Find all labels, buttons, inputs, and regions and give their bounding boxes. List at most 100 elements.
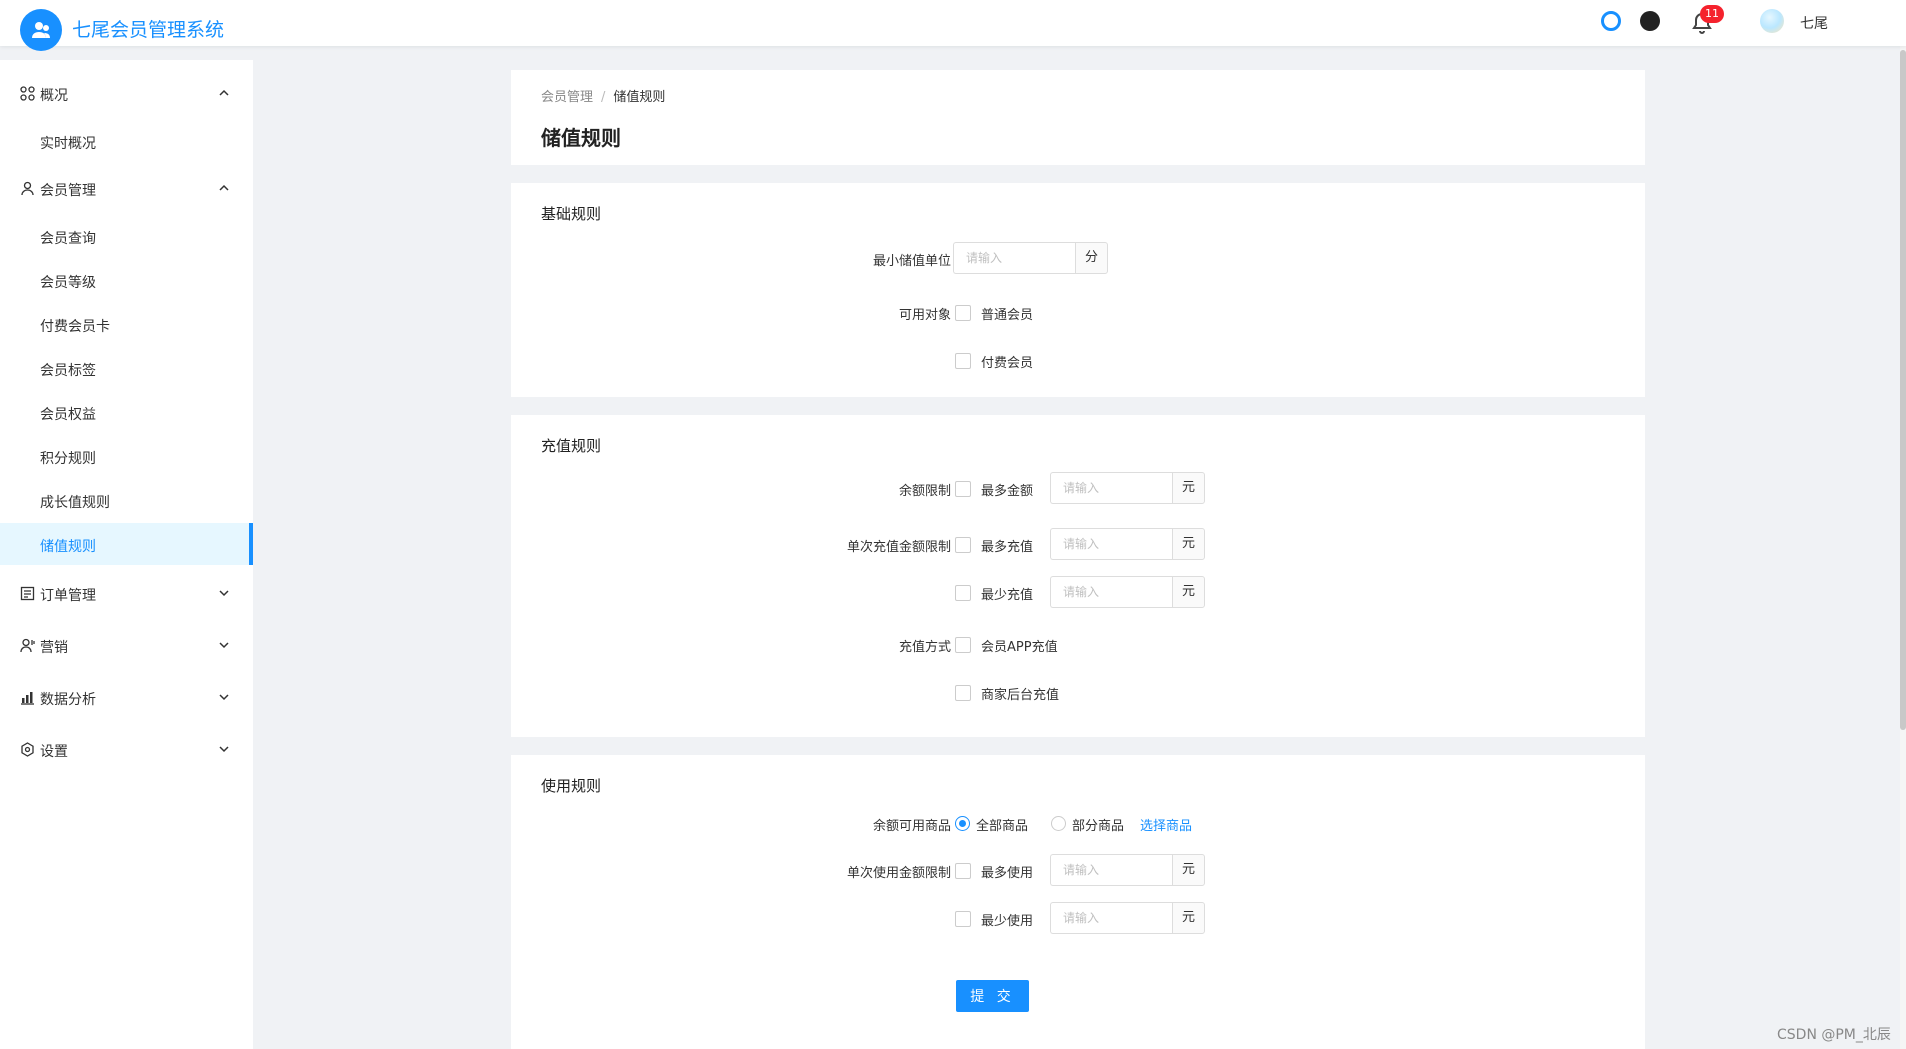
sidebar-group-label: 概况	[40, 88, 68, 104]
chevron-down-icon	[219, 590, 229, 597]
username[interactable]: 七尾	[1800, 13, 1828, 33]
use-max-label[interactable]: 最多使用	[981, 862, 1033, 881]
scrollbar-thumb[interactable]	[1900, 50, 1906, 730]
sidebar-item-paid-card[interactable]: 付费会员卡	[0, 303, 253, 345]
sidebar-item-label: 会员标签	[40, 363, 96, 379]
sidebar-item-points-rules[interactable]: 积分规则	[0, 435, 253, 477]
breadcrumb-parent[interactable]: 会员管理	[541, 90, 593, 105]
single-max-input-group: 元	[1050, 528, 1205, 560]
target-normal-checkbox[interactable]	[955, 305, 971, 321]
sidebar-item-label: 付费会员卡	[40, 319, 110, 335]
goods-partial-radio[interactable]	[1051, 816, 1066, 831]
select-goods-link[interactable]: 选择商品	[1140, 815, 1192, 834]
use-min-label[interactable]: 最少使用	[981, 910, 1033, 929]
use-max-suffix: 元	[1172, 854, 1205, 886]
breadcrumb-separator: /	[601, 90, 606, 105]
single-use-limit-label: 单次使用金额限制	[846, 866, 951, 881]
top-header: 七尾会员管理系统 11 七尾	[0, 0, 1906, 51]
balance-max-label[interactable]: 最多金额	[981, 480, 1033, 499]
balance-max-suffix: 元	[1172, 472, 1205, 504]
sidebar-item-label: 储值规则	[40, 539, 96, 555]
app-title: 七尾会员管理系统	[72, 19, 225, 41]
target-normal-label[interactable]: 普通会员	[981, 304, 1033, 323]
chevron-down-icon	[219, 694, 229, 701]
method-backend-checkbox[interactable]	[955, 685, 971, 701]
goods-all-label[interactable]: 全部商品	[976, 815, 1028, 834]
dark-mode-icon[interactable]	[1640, 11, 1660, 31]
marketing-icon	[20, 638, 35, 653]
target-paid-checkbox[interactable]	[955, 353, 971, 369]
use-min-suffix: 元	[1172, 902, 1205, 934]
sidebar-group-marketing[interactable]: 营销	[0, 625, 253, 665]
submit-button[interactable]: 提 交	[956, 980, 1029, 1012]
target-paid-label[interactable]: 付费会员	[981, 352, 1033, 371]
sidebar-group-member-management[interactable]: 会员管理	[0, 168, 253, 208]
goods-partial-label[interactable]: 部分商品	[1072, 815, 1124, 834]
sidebar-group-orders[interactable]: 订单管理	[0, 573, 253, 613]
min-unit-label: 最小储值单位	[872, 254, 951, 269]
use-max-input[interactable]	[1050, 854, 1172, 886]
sidebar-item-member-query[interactable]: 会员查询	[0, 215, 253, 257]
watermark: CSDN @PM_北辰	[1777, 1027, 1891, 1043]
use-min-input[interactable]	[1050, 902, 1172, 934]
basic-rules-card: 基础规则 最小储值单位 分 可用对象 普通会员 付费会员	[511, 183, 1645, 397]
single-max-input[interactable]	[1050, 528, 1172, 560]
sidebar-group-label: 数据分析	[40, 692, 96, 708]
use-min-checkbox[interactable]	[955, 911, 971, 927]
user-icon	[21, 181, 34, 196]
sidebar-item-label: 积分规则	[40, 451, 96, 467]
sidebar-item-growth-rules[interactable]: 成长值规则	[0, 479, 253, 521]
min-unit-input-group: 分	[953, 242, 1108, 274]
gear-icon	[21, 742, 34, 757]
use-max-checkbox[interactable]	[955, 863, 971, 879]
members-icon	[32, 22, 50, 38]
min-unit-suffix: 分	[1075, 242, 1108, 274]
single-min-suffix: 元	[1172, 576, 1205, 608]
single-max-suffix: 元	[1172, 528, 1205, 560]
sidebar-item-label: 实时概况	[40, 136, 96, 152]
sidebar-item-member-level[interactable]: 会员等级	[0, 259, 253, 301]
sidebar-group-label: 订单管理	[40, 588, 96, 604]
sidebar-group-settings[interactable]: 设置	[0, 729, 253, 769]
page-title: 储值规则	[541, 126, 621, 150]
single-max-label[interactable]: 最多充值	[981, 536, 1033, 555]
chevron-up-icon	[219, 89, 229, 96]
sidebar-group-label: 营销	[40, 640, 68, 656]
sidebar-item-label: 会员等级	[40, 275, 96, 291]
use-max-input-group: 元	[1050, 854, 1205, 886]
usage-rules-card: 使用规则 余额可用商品 全部商品 部分商品 选择商品 单次使用金额限制 最多使用…	[511, 755, 1645, 1049]
section-title: 基础规则	[541, 205, 602, 223]
chevron-up-icon	[219, 184, 229, 191]
sidebar-item-member-tags[interactable]: 会员标签	[0, 347, 253, 389]
sidebar-item-realtime-overview[interactable]: 实时概况	[0, 120, 253, 162]
min-unit-input[interactable]	[953, 242, 1075, 274]
single-min-input[interactable]	[1050, 576, 1172, 608]
sidebar-group-label: 设置	[40, 744, 68, 760]
method-app-label[interactable]: 会员APP充值	[981, 636, 1058, 655]
balance-max-input[interactable]	[1050, 472, 1172, 504]
sidebar-item-stored-value-rules[interactable]: 储值规则	[0, 523, 253, 565]
section-title: 使用规则	[541, 777, 602, 795]
chevron-down-icon	[219, 642, 229, 649]
bar-chart-icon	[21, 692, 34, 705]
sidebar-item-member-benefits[interactable]: 会员权益	[0, 391, 253, 433]
single-min-input-group: 元	[1050, 576, 1205, 608]
sidebar-group-analytics[interactable]: 数据分析	[0, 677, 253, 717]
method-app-checkbox[interactable]	[955, 637, 971, 653]
order-icon	[20, 586, 35, 601]
avatar[interactable]	[1760, 9, 1784, 33]
goods-all-radio[interactable]	[955, 816, 970, 831]
grid-icon	[20, 86, 35, 101]
app-logo[interactable]	[20, 9, 62, 51]
theme-ring-icon[interactable]	[1601, 11, 1621, 31]
sidebar-item-label: 会员权益	[40, 407, 96, 423]
single-min-label[interactable]: 最少充值	[981, 584, 1033, 603]
recharge-method-label: 充值方式	[898, 640, 951, 655]
page-scrollbar[interactable]	[1900, 46, 1906, 1049]
goods-scope-label: 余额可用商品	[872, 819, 951, 834]
balance-max-checkbox[interactable]	[955, 481, 971, 497]
single-min-checkbox[interactable]	[955, 585, 971, 601]
single-max-checkbox[interactable]	[955, 537, 971, 553]
sidebar-group-overview[interactable]: 概况	[0, 73, 253, 113]
method-backend-label[interactable]: 商家后台充值	[981, 684, 1059, 703]
